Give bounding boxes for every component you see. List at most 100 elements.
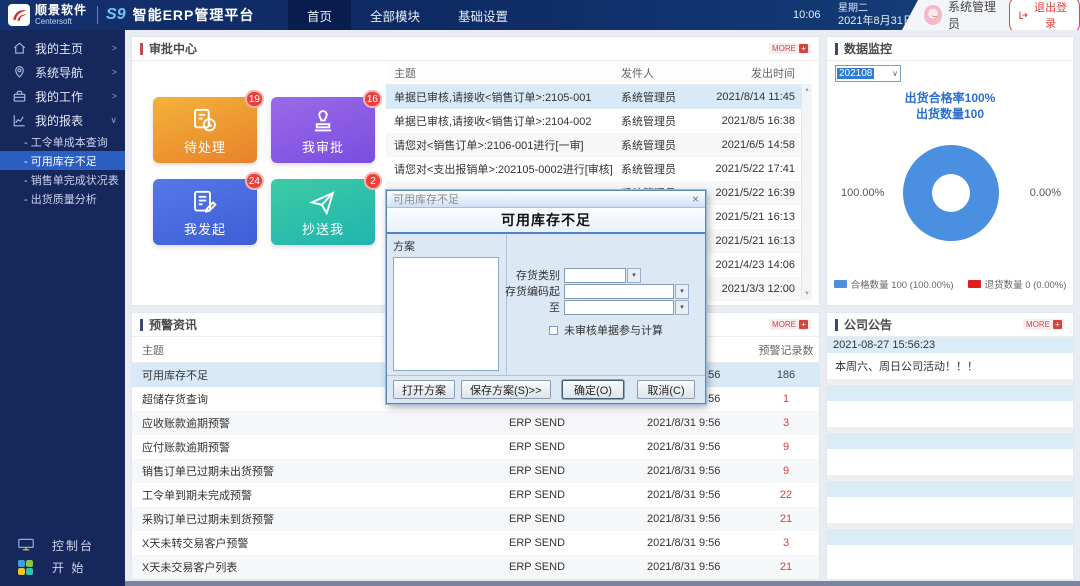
alert-count: 21 <box>779 513 793 525</box>
stock-category-input[interactable] <box>564 267 626 283</box>
period-select[interactable]: 202108 ∨ <box>835 65 901 82</box>
logout-icon <box>1019 11 1029 20</box>
tile-initiated-by-me[interactable]: 24 我发起 <box>153 172 264 245</box>
cancel-button[interactable]: 取消(C) <box>637 380 695 399</box>
paper-plane-icon <box>308 191 335 216</box>
sidebar-item-my-home[interactable]: 我的主页 > <box>0 36 125 60</box>
dialog-title: 可用库存不足 <box>393 194 459 206</box>
initiated-count-badge: 24 <box>244 172 264 190</box>
tile-label: 我审批 <box>301 140 344 155</box>
sidebar-item-label: 我的主页 <box>35 41 84 56</box>
tile-cc-to-me[interactable]: 2 抄送我 <box>271 172 382 245</box>
company-logo-icon <box>8 4 30 26</box>
cc-count-badge: 2 <box>364 172 382 190</box>
alert-row[interactable]: 采购订单已过期未到货预警 ERP SEND 2021/8/31 9:56 21 <box>132 507 819 531</box>
sidebar-subitem-worder-cost[interactable]: - 工令单成本查询 <box>0 132 125 151</box>
alert-row[interactable]: 销售订单已过期未出货预警 ERP SEND 2021/8/31 9:56 9 <box>132 459 819 483</box>
sidebar-subitem-shipment-quality[interactable]: - 出货质量分析 <box>0 189 125 208</box>
panel-accent-bar <box>140 42 143 55</box>
approval-more-button[interactable]: MORE + <box>769 43 811 54</box>
alert-row[interactable]: X天未交易客户列表 ERP SEND 2021/8/31 9:56 21 <box>132 555 819 579</box>
notice-date <box>827 385 1073 401</box>
notice-text <box>827 401 1073 427</box>
nav-home[interactable]: 首页 <box>288 0 352 30</box>
notice-item[interactable] <box>827 433 1073 475</box>
approval-row[interactable]: 单据已审核,请接收<销售订单>:2105-001 系统管理员 2021/8/14… <box>386 85 811 109</box>
notice-panel-title: 公司公告 <box>844 318 893 332</box>
open-scheme-button[interactable]: 打开方案 <box>393 380 455 399</box>
avatar[interactable] <box>924 5 942 25</box>
alert-sender: ERP SEND <box>509 513 566 525</box>
notice-item[interactable] <box>827 529 1073 579</box>
chart-legend: 合格数量 100 (100.00%) 退货数量 0 (0.00%) <box>827 277 1073 291</box>
logout-button[interactable]: 退出登录 <box>1009 0 1080 30</box>
tile-label: 我发起 <box>183 222 226 237</box>
alert-time: 2021/8/31 9:56 <box>647 417 721 429</box>
dropdown-button[interactable]: ▾ <box>675 299 689 315</box>
data-monitor-panel: 数据监控 202108 ∨ 出货合格率100% 出货数量100 100.00% … <box>826 36 1074 306</box>
table-scrollbar[interactable]: ▲ ▼ <box>801 85 812 299</box>
shipment-qty-label: 出货数量100 <box>915 107 985 121</box>
stock-code-from-label: 存货编码起 <box>505 286 560 298</box>
alert-row[interactable]: 应付账款逾期预警 ERP SEND 2021/8/31 9:56 9 <box>132 435 819 459</box>
sidebar-subitem-sales-completion[interactable]: - 销售单完成状况表 <box>0 170 125 189</box>
alert-row[interactable]: X天未转交易客户预警 ERP SEND 2021/8/31 9:56 3 <box>132 531 819 555</box>
plus-icon: + <box>1053 320 1062 329</box>
legend-swatch-red <box>967 280 981 288</box>
tile-my-approvals[interactable]: 16 我审批 <box>271 90 382 163</box>
stock-code-to-input[interactable] <box>564 299 674 315</box>
approval-time: 2021/5/21 16:13 <box>715 235 795 247</box>
sidebar-item-system-nav[interactable]: 系统导航 > <box>0 60 125 84</box>
approval-row[interactable]: 请您对<销售订单>:2106-001进行[一审] 系统管理员 2021/6/5 … <box>386 133 811 157</box>
scheme-listbox[interactable] <box>393 257 499 371</box>
approval-sender: 系统管理员 <box>621 116 676 128</box>
dropdown-button[interactable]: ▾ <box>675 283 689 299</box>
notice-date: 2021-08-27 15:56:23 <box>827 337 1073 353</box>
approval-row[interactable]: 请您对<支出报销单>:202105-0002进行[审核] 系统管理员 2021/… <box>386 157 811 181</box>
notice-item[interactable] <box>827 385 1073 427</box>
tile-pending[interactable]: 19 待处理 <box>153 90 264 163</box>
tile-label: 抄送我 <box>301 222 344 237</box>
more-label: MORE <box>772 320 796 329</box>
scroll-down-icon[interactable]: ▼ <box>804 291 810 297</box>
stock-code-to-label: 至 <box>549 302 560 314</box>
unaudited-checkbox[interactable] <box>549 325 558 335</box>
dialog-body: 方案 存货类别 ▾ 存货编码起 ▾ 至 ▾ 未审核单据参与计算 <box>387 234 705 375</box>
alert-count: 22 <box>779 489 793 501</box>
alerts-more-button[interactable]: MORE + <box>769 319 811 330</box>
stock-category-label: 存货类别 <box>516 270 560 282</box>
sidebar-item-my-reports[interactable]: 我的报表 ∨ <box>0 108 125 132</box>
sidebar-item-label: 我的报表 <box>35 113 84 128</box>
chevron-right-icon: > <box>111 67 117 77</box>
top-nav: 首页 全部模块 基础设置 <box>288 0 527 30</box>
chart-icon <box>13 114 25 126</box>
notice-item[interactable] <box>827 481 1073 523</box>
notice-panel-header: 公司公告 MORE + <box>827 313 1073 337</box>
alert-time: 2021/8/31 9:56 <box>647 489 721 501</box>
sidebar-subitem-low-stock[interactable]: - 可用库存不足 <box>0 151 125 170</box>
scroll-up-icon[interactable]: ▲ <box>804 87 810 93</box>
ok-button[interactable]: 确定(O) <box>562 380 624 399</box>
alert-row[interactable]: 工令单到期未完成预警 ERP SEND 2021/8/31 9:56 22 <box>132 483 819 507</box>
date-block: 星期二 2021年8月31日 <box>838 3 914 28</box>
stock-code-from-input[interactable] <box>564 283 674 299</box>
approval-row[interactable]: 单据已审核,请接收<销售订单>:2104-002 系统管理员 2021/8/5 … <box>386 109 811 133</box>
save-scheme-button[interactable]: 保存方案(S)>> <box>461 380 551 399</box>
brand-subtitle: Centersoft <box>35 17 72 26</box>
start-button[interactable]: 开 始 <box>0 556 125 578</box>
notice-item[interactable]: 2021-08-27 15:56:23 本周六、周日公司活动！！！ <box>827 337 1073 379</box>
console-button[interactable]: 控制台 <box>0 534 125 556</box>
alert-count: 186 <box>776 369 796 381</box>
dialog-heading: 可用库存不足 <box>501 212 591 228</box>
user-area: 系统管理员 退出登录 <box>902 0 1080 30</box>
start-icon <box>18 560 34 575</box>
notice-more-button[interactable]: MORE + <box>1023 319 1065 330</box>
close-icon[interactable]: × <box>692 193 699 205</box>
nav-base-settings[interactable]: 基础设置 <box>439 0 527 30</box>
approval-time: 2021/8/14 11:45 <box>716 91 795 103</box>
dialog-titlebar[interactable]: 可用库存不足 × <box>387 191 705 208</box>
nav-all-modules[interactable]: 全部模块 <box>351 0 439 30</box>
sidebar-item-my-work[interactable]: 我的工作 > <box>0 84 125 108</box>
dropdown-button[interactable]: ▾ <box>627 267 641 283</box>
alert-row[interactable]: 应收账款逾期预警 ERP SEND 2021/8/31 9:56 3 <box>132 411 819 435</box>
